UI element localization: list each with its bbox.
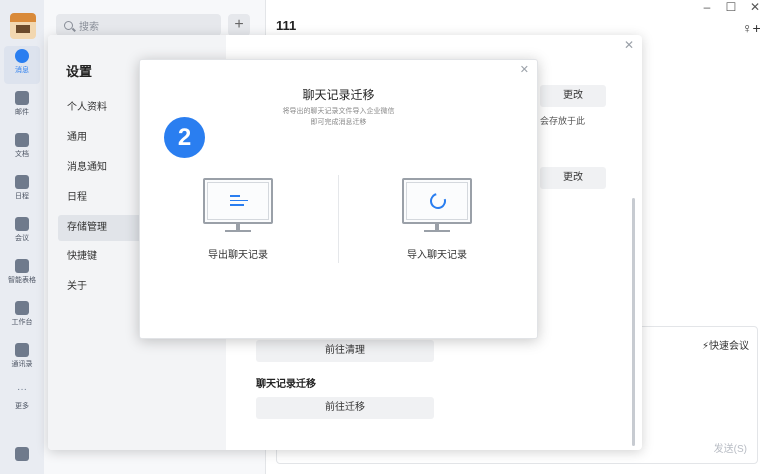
nav-item-calendar[interactable]: 日程 — [4, 172, 40, 210]
change-path-button[interactable]: 更改 — [540, 85, 606, 107]
send-button[interactable]: 发送(S) — [714, 440, 747, 455]
search-box[interactable]: 搜索 — [56, 14, 221, 36]
monitor-lines-icon — [203, 178, 273, 224]
settings-title: 设置 — [66, 64, 93, 79]
nav-item-label: 会议 — [15, 235, 29, 242]
add-member-icon[interactable]: ♀+ — [742, 20, 761, 36]
nav-item-meeting[interactable]: 会议 — [4, 214, 40, 252]
export-chat-option[interactable]: 导出聊天记录 — [173, 178, 303, 288]
nav-item-label: 消息 — [15, 67, 29, 74]
storage-note: 会存放于此 — [540, 116, 586, 126]
mail-icon — [15, 91, 29, 105]
migration-heading: 聊天记录迁移 — [256, 379, 316, 390]
nav-item-label: 通讯录 — [11, 361, 33, 368]
document-icon — [15, 133, 29, 147]
menu-icon — [15, 447, 29, 461]
workbench-icon — [15, 301, 29, 315]
import-chat-option[interactable]: 导入聊天记录 — [372, 178, 502, 288]
nav-item-label: 文档 — [15, 151, 29, 158]
window-close-button[interactable]: ✕ — [742, 0, 768, 14]
nav-item-contacts[interactable]: 通讯录 — [4, 340, 40, 378]
user-avatar[interactable] — [10, 13, 36, 39]
chat-title: 111 — [276, 18, 297, 33]
migration-modal: ✕ 聊天记录迁移 将导出的聊天记录文件导入企业微信 即可完成消息迁移 2 导出聊… — [139, 59, 538, 339]
quick-meeting-button[interactable]: ⚡快速会议 — [702, 337, 749, 352]
search-placeholder: 搜索 — [79, 21, 99, 33]
nav-settings-menu[interactable] — [4, 444, 40, 468]
nav-item-workbench[interactable]: 工作台 — [4, 298, 40, 336]
calendar-icon — [15, 175, 29, 189]
more-icon: ··· — [17, 384, 27, 395]
change-path-button-2[interactable]: 更改 — [540, 167, 606, 189]
settings-close-icon[interactable]: ✕ — [624, 38, 634, 52]
chat-bubble-icon — [15, 49, 29, 63]
maximize-button[interactable]: ☐ — [718, 0, 744, 14]
nav-item-label: 智能表格 — [8, 277, 36, 284]
scrollbar[interactable] — [632, 198, 635, 446]
create-button[interactable]: + — [228, 14, 250, 36]
contacts-icon — [15, 343, 29, 357]
migration-subtitle-1: 将导出的聊天记录文件导入企业微信 — [282, 108, 395, 115]
nav-item-label: 日程 — [15, 193, 29, 200]
nav-rail: 消息 邮件 文档 日程 会议 智能表格 工作台 通讯录 ··· 更多 — [0, 0, 44, 474]
nav-item-label: 邮件 — [15, 109, 29, 116]
migration-close-icon[interactable]: ✕ — [520, 63, 529, 76]
import-chat-label: 导入聊天记录 — [407, 250, 467, 261]
nav-item-more[interactable]: ··· 更多 — [4, 382, 40, 420]
step-badge: 2 — [164, 117, 205, 158]
search-icon — [64, 20, 73, 30]
nav-item-mail[interactable]: 邮件 — [4, 88, 40, 126]
nav-item-docs[interactable]: 文档 — [4, 130, 40, 168]
go-cleanup-button[interactable]: 前往清理 — [256, 340, 434, 362]
go-migrate-button[interactable]: 前往迁移 — [256, 397, 434, 419]
export-chat-label: 导出聊天记录 — [208, 250, 268, 261]
meeting-icon — [15, 217, 29, 231]
nav-item-smart-sheet[interactable]: 智能表格 — [4, 256, 40, 294]
option-divider — [338, 175, 339, 263]
monitor-refresh-icon — [402, 178, 472, 224]
nav-item-messages[interactable]: 消息 — [4, 46, 40, 84]
smart-sheet-icon — [15, 259, 29, 273]
nav-item-label: 更多 — [15, 403, 29, 410]
minimize-button[interactable]: – — [694, 0, 720, 14]
nav-item-label: 工作台 — [11, 319, 33, 326]
migration-title: 聊天记录迁移 — [302, 88, 375, 102]
